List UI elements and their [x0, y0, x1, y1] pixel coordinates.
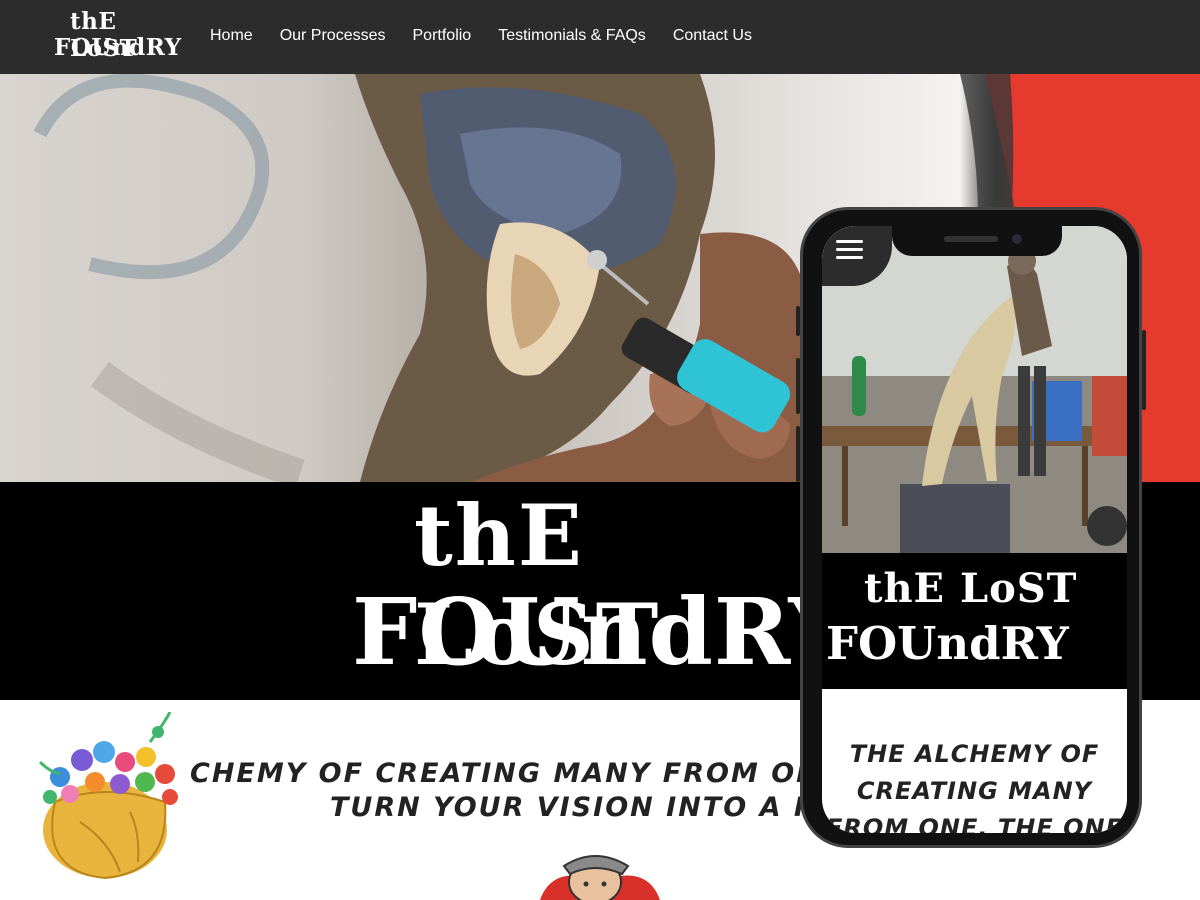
nav-links: Home Our Processes Portfolio Testimonial…: [210, 27, 752, 45]
phone-power-button: [1142, 330, 1146, 410]
phone-camera: [1012, 234, 1022, 244]
phone-logo-banner: thE LoST FOUndRY: [822, 553, 1127, 689]
phone-speaker: [944, 236, 998, 242]
phone-hero-image: [822, 226, 1127, 553]
nav-link-contact-us[interactable]: Contact Us: [673, 27, 752, 45]
logo-line-2: FOUndRY: [54, 34, 182, 61]
nav-link-portfolio[interactable]: Portfolio: [413, 27, 472, 45]
phone-logo-line-1: thE LoST: [864, 565, 1078, 612]
phone-mute-switch: [796, 306, 800, 336]
site-logo[interactable]: thE LoST FOUndRY: [54, 8, 182, 64]
phone-logo-line-2: FOUndRY: [826, 617, 1069, 670]
phone-mockup: thE LoST FOUndRY THE ALCHEMY OF CREATING…: [796, 207, 1146, 848]
tagline-line-2: TURN YOUR VISION INTO A REAL: [330, 792, 880, 823]
tagline-line-1: CHEMY OF CREATING MANY FROM ONE, T: [190, 758, 886, 789]
hero-logo-line-2: FOUndRY: [352, 578, 856, 686]
phone-tagline: THE ALCHEMY OF CREATING MANY FROM ONE, T…: [826, 740, 1123, 833]
nav-link-our-processes[interactable]: Our Processes: [280, 27, 386, 45]
phone-screen: thE LoST FOUndRY THE ALCHEMY OF CREATING…: [822, 226, 1127, 833]
flower-pot-illustration: [38, 712, 178, 880]
phone-volume-up: [796, 358, 800, 414]
top-navbar: thE LoST FOUndRY Home Our Processes Port…: [0, 0, 1200, 74]
phone-notch: [892, 226, 1062, 256]
phone-volume-down: [796, 426, 800, 482]
nav-link-testimonials-faqs[interactable]: Testimonials & FAQs: [498, 27, 646, 45]
hero-logo: thE LoST FOUndRY: [352, 486, 854, 696]
nav-link-home[interactable]: Home: [210, 27, 253, 45]
mascot-illustration: [540, 855, 660, 900]
